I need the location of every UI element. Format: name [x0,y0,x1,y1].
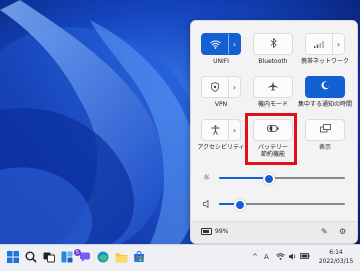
volume-thumb[interactable] [234,199,247,211]
bluetooth-icon [270,37,277,51]
chevron-right-icon[interactable]: › [229,83,240,92]
edge-browser-icon[interactable] [96,250,110,264]
highlight-box [245,113,297,165]
tile-label-focus: 集中する通知の時間 [297,101,352,108]
clock-time: 6:14 [329,249,343,256]
search-icon[interactable] [24,250,38,264]
sun-icon: ☼ [203,173,211,182]
battery-icon [201,228,212,235]
battery-status[interactable]: 99% [201,228,228,235]
taskbar: ^ A 6:14 2022/03/15 [0,244,360,271]
vpn-toggle[interactable]: › [201,76,241,98]
speaker-tray-icon[interactable] [288,253,297,262]
bluetooth-toggle[interactable] [253,33,293,55]
task-view-icon[interactable] [42,250,56,264]
store-icon[interactable] [132,250,146,264]
chevron-right-icon[interactable]: › [333,40,344,49]
wifi-icon [202,34,229,54]
volume-track[interactable] [219,199,345,211]
accessibility-toggle[interactable]: › [201,119,241,141]
volume-slider[interactable] [191,197,357,211]
focus-assist-toggle[interactable] [305,76,345,98]
tile-label-airplane: 機内モード [257,101,288,108]
widgets-icon[interactable] [60,250,74,264]
tile-label-wifi: UNIFI [213,58,229,65]
edit-pencil-icon[interactable]: ✎ [321,227,328,236]
accessibility-icon [202,120,229,140]
chevron-up-icon[interactable]: ^ [252,253,258,261]
tile-label-bluetooth: Bluetooth [258,58,288,65]
chat-notification-badge: 5 [74,249,81,256]
tile-label-display: 表示 [318,144,331,151]
tile-label-accessibility: アクセシビリティ [197,144,245,151]
brightness-slider[interactable]: ☼ [191,171,357,185]
file-explorer-icon[interactable] [114,250,128,264]
speaker-icon [203,197,212,211]
tile-label-vpn: VPN [214,101,228,108]
chevron-right-icon[interactable]: › [229,40,240,49]
battery-tray-icon[interactable] [300,253,310,261]
cellular-icon [306,34,333,54]
shield-icon [202,77,229,97]
wifi-toggle[interactable]: › [201,33,241,55]
moon-icon [321,81,330,93]
tile-label-cellular: 携帯ネットワーク [300,58,349,65]
brightness-thumb[interactable] [263,173,276,185]
project-display-toggle[interactable] [305,119,345,141]
chevron-right-icon[interactable]: › [229,126,240,135]
brightness-track[interactable] [219,173,345,185]
clock-date: 2022/03/15 [318,258,354,265]
airplane-mode-toggle[interactable] [253,76,293,98]
wifi-tray-icon[interactable] [276,253,285,262]
battery-percentage: 99% [215,228,229,235]
settings-gear-icon[interactable]: ⚙ [339,227,346,236]
airplane-icon [268,81,278,94]
start-windows-icon[interactable] [6,250,20,264]
cellular-toggle[interactable]: › [305,33,345,55]
brightness-fill [219,177,270,179]
language-indicator[interactable]: A [264,253,269,261]
cast-icon [319,124,331,136]
quick-settings-footer: 99% ✎ ⚙ [191,221,357,243]
taskbar-clock[interactable]: 6:14 2022/03/15 [314,248,358,266]
